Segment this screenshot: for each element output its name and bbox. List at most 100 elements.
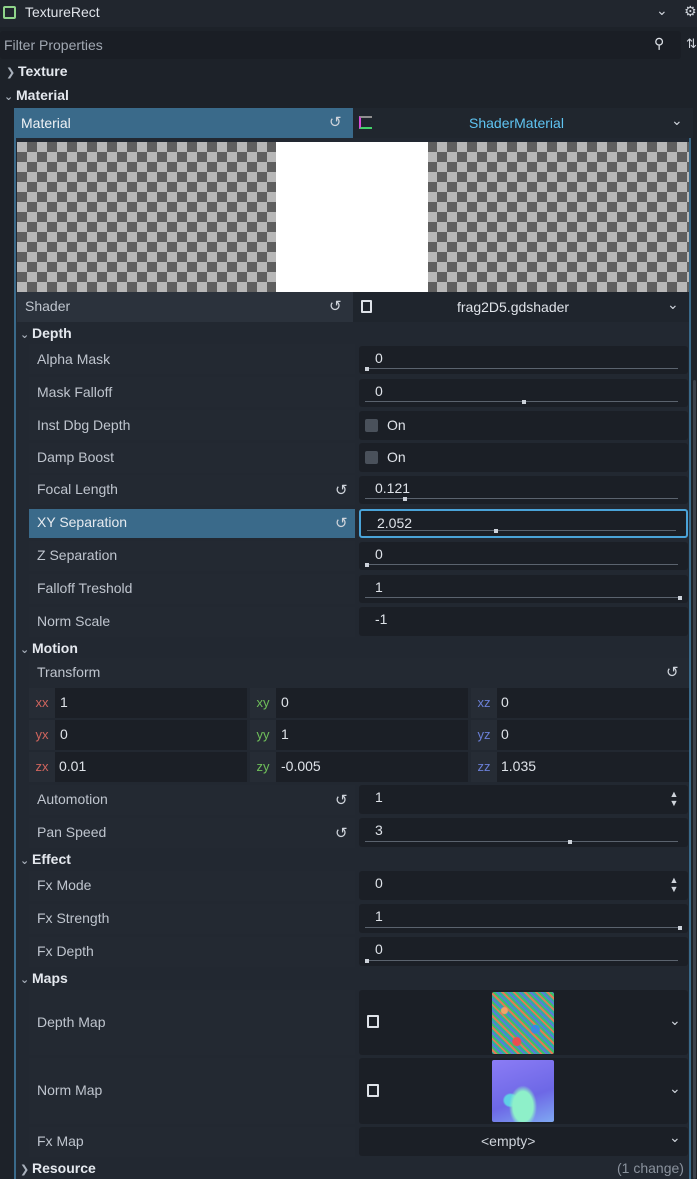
group-maps-label: Maps <box>32 970 68 986</box>
texture-resource-icon <box>367 1015 379 1028</box>
mask-falloff-slider[interactable]: 0 <box>359 379 688 407</box>
slider-knob[interactable] <box>522 400 526 404</box>
norm-map-thumbnail <box>492 1060 554 1122</box>
node-header: TextureRect ⌄ ⚙ <box>0 0 697 27</box>
fx-strength-slider[interactable]: 1 <box>359 904 688 933</box>
fx-map-picker[interactable]: <empty> ⌄ <box>359 1127 688 1156</box>
matrix-cell-yy[interactable]: yy 1 <box>250 720 468 750</box>
prop-value: 1 <box>375 908 383 924</box>
filter-input[interactable]: Filter Properties <box>4 37 103 53</box>
inst-dbg-depth-checkbox[interactable]: On <box>359 411 688 440</box>
material-property-row[interactable]: Material ↺ <box>14 108 353 138</box>
chevron-down-icon[interactable]: ⌄ <box>667 296 679 313</box>
revert-icon[interactable]: ↺ <box>335 791 348 809</box>
slider-knob[interactable] <box>403 497 407 501</box>
matrix-cell-yz[interactable]: yz 0 <box>471 720 689 750</box>
prop-label: Z Separation <box>37 547 118 563</box>
cell-value: 1.035 <box>501 758 537 774</box>
material-resource-picker[interactable]: ShaderMaterial ⌄ <box>353 108 693 138</box>
shader-picker[interactable]: frag2D5.gdshader ⌄ <box>353 292 689 322</box>
chevron-down-icon: ⌄ <box>4 91 14 103</box>
matrix-cell-zx[interactable]: zx 0.01 <box>29 752 247 782</box>
focal-length-slider[interactable]: 0.121 <box>359 476 688 504</box>
matrix-cell-yx[interactable]: yx 0 <box>29 720 247 750</box>
prop-label: Damp Boost <box>37 449 115 465</box>
chevron-down-icon[interactable]: ⌄ <box>671 112 683 129</box>
matrix-cell-xz[interactable]: xz 0 <box>471 688 689 718</box>
fx-mode-spinbox[interactable]: 0 ▲ ▼ <box>359 871 688 900</box>
checkbox-icon[interactable] <box>365 451 378 464</box>
node-tools-icon[interactable]: ⚙ <box>684 3 697 20</box>
cell-value: 0 <box>281 694 289 710</box>
filter-options-icon[interactable]: ⇅ <box>686 36 697 52</box>
revert-icon[interactable]: ↺ <box>335 514 348 532</box>
matrix-cell-zy[interactable]: zy -0.005 <box>250 752 468 782</box>
slider-knob[interactable] <box>494 529 498 533</box>
slider-track <box>365 597 678 598</box>
shader-file-name: frag2D5.gdshader <box>457 299 570 315</box>
chevron-down-icon: ⌄ <box>20 974 30 986</box>
revert-icon[interactable]: ↺ <box>666 663 679 681</box>
cell-value: -0.005 <box>281 758 321 774</box>
axis-label: zy <box>250 752 276 782</box>
slider-knob[interactable] <box>365 959 369 963</box>
updown-icon[interactable]: ▲ ▼ <box>668 876 680 894</box>
chevron-down-icon[interactable]: ⌄ <box>669 1080 681 1097</box>
chevron-down-icon: ⌄ <box>20 329 30 341</box>
slider-knob[interactable] <box>678 926 682 930</box>
revert-icon[interactable]: ↺ <box>329 113 342 131</box>
revert-icon[interactable]: ↺ <box>335 824 348 842</box>
group-depth[interactable]: ⌄ Depth <box>20 325 72 341</box>
section-texture[interactable]: ❯ Texture <box>6 63 68 79</box>
pan-speed-slider[interactable]: 3 <box>359 818 688 847</box>
group-maps[interactable]: ⌄ Maps <box>20 970 68 986</box>
texture-resource-icon <box>367 1084 379 1097</box>
prop-value: 3 <box>375 822 383 838</box>
z-separation-slider[interactable]: 0 <box>359 542 688 570</box>
revert-icon[interactable]: ↺ <box>329 297 342 315</box>
automotion-spinbox[interactable]: 1 ▲ ▼ <box>359 785 688 814</box>
revert-icon[interactable]: ↺ <box>335 481 348 499</box>
section-resource[interactable]: ❯ Resource <box>20 1160 96 1176</box>
prop-value: 2.052 <box>377 515 413 531</box>
slider-knob[interactable] <box>365 563 369 567</box>
damp-boost-checkbox[interactable]: On <box>359 443 688 472</box>
slider-knob[interactable] <box>365 367 369 371</box>
group-effect[interactable]: ⌄ Effect <box>20 851 71 867</box>
transform-row: Transform ↺ <box>29 658 689 688</box>
slider-knob[interactable] <box>678 596 682 600</box>
group-motion[interactable]: ⌄ Motion <box>20 640 78 656</box>
axis-label: xx <box>29 688 55 718</box>
fx-depth-slider[interactable]: 0 <box>359 937 688 966</box>
scrollbar[interactable] <box>693 380 696 1179</box>
prop-label: Alpha Mask <box>37 351 111 367</box>
shader-label: Shader <box>25 298 71 314</box>
updown-icon[interactable]: ▲ ▼ <box>668 790 680 808</box>
slider-knob[interactable] <box>568 840 572 844</box>
axis-label: yz <box>471 720 497 750</box>
section-texture-label: Texture <box>18 63 68 79</box>
preview-texture <box>276 142 428 292</box>
chevron-down-icon[interactable]: ⌄ <box>669 1012 681 1029</box>
matrix-cell-xx[interactable]: xx 1 <box>29 688 247 718</box>
group-motion-label: Motion <box>32 640 78 656</box>
history-dropdown-button[interactable]: ⌄ <box>656 2 668 19</box>
prop-value: 0 <box>375 383 383 399</box>
alpha-mask-slider[interactable]: 0 <box>359 346 688 374</box>
filter-properties-field[interactable]: Filter Properties ⚲ <box>0 31 681 59</box>
depth-map-picker[interactable]: ⌄ <box>359 990 688 1055</box>
norm-map-picker[interactable]: ⌄ <box>359 1058 688 1124</box>
checkbox-icon[interactable] <box>365 419 378 432</box>
falloff-treshold-slider[interactable]: 1 <box>359 575 688 603</box>
chevron-down-icon[interactable]: ⌄ <box>669 1129 681 1146</box>
matrix-cell-xy[interactable]: xy 0 <box>250 688 468 718</box>
prop-label: Automotion <box>37 791 108 807</box>
search-icon: ⚲ <box>654 35 665 51</box>
checkbox-label: On <box>387 449 406 465</box>
matrix-cell-zz[interactable]: zz 1.035 <box>471 752 689 782</box>
xy-separation-slider[interactable]: 2.052 <box>359 509 688 538</box>
section-material[interactable]: ⌄ Material <box>4 87 69 103</box>
prop-label: Fx Mode <box>37 877 92 893</box>
node-type-label: TextureRect <box>25 4 100 20</box>
norm-scale-field[interactable]: -1 <box>359 607 688 636</box>
